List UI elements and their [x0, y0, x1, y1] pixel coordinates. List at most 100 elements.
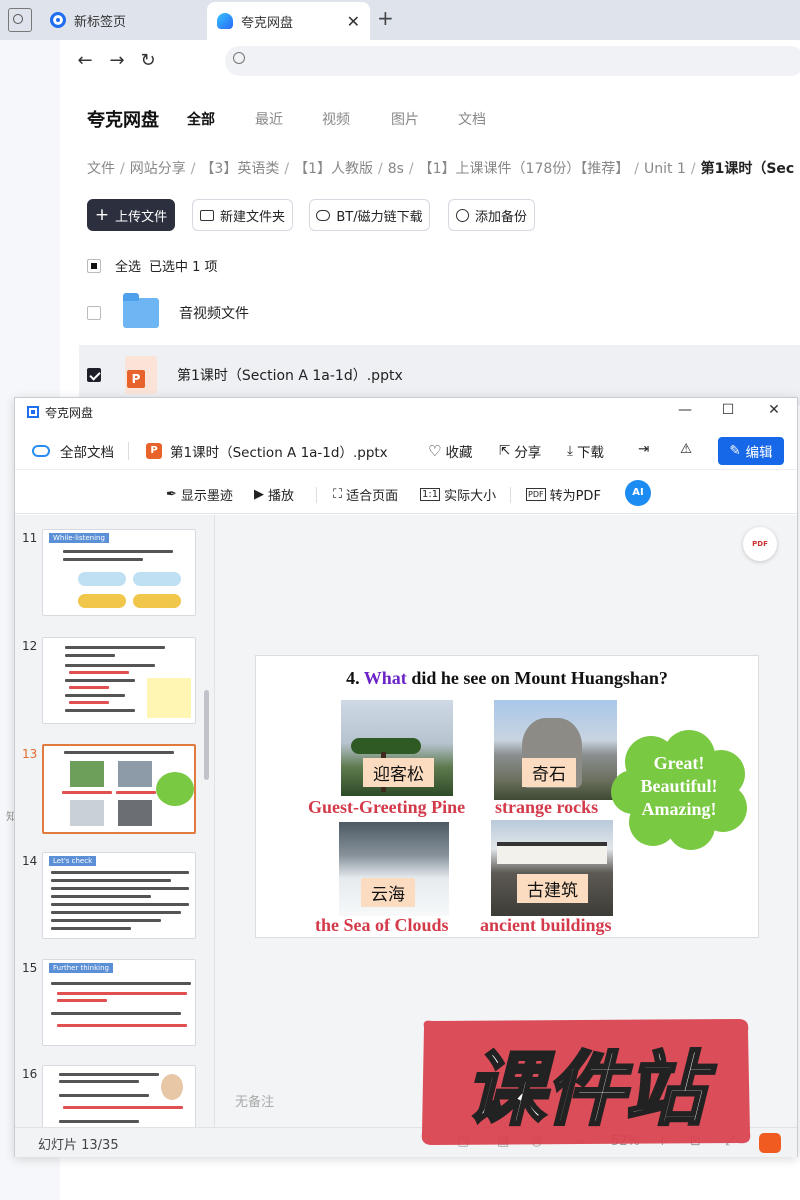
ink-pen-icon: ✒ — [166, 487, 177, 502]
nav-tab-all[interactable]: 全部 — [187, 109, 215, 129]
assistant-icon[interactable] — [759, 1133, 781, 1153]
share-button[interactable]: ⇱ 分享 — [499, 441, 541, 461]
tab-label: 新标签页 — [74, 14, 127, 30]
slide-thumbnail[interactable]: Let's check — [42, 852, 196, 939]
nav-tab-recent[interactable]: 最近 — [255, 109, 283, 129]
back-icon[interactable]: ← — [74, 50, 96, 71]
breadcrumb-current: 第1课时（Sec — [700, 161, 795, 177]
pen-icon: ✎ — [729, 443, 741, 459]
caption-pine: Guest-Greeting Pine — [308, 797, 466, 817]
slide-thumbnail-active[interactable] — [42, 744, 196, 834]
cloud-line: Beautiful! — [640, 776, 718, 796]
speaker-notes[interactable]: 无备注 — [235, 1091, 274, 1110]
file-row[interactable]: 第1课时（Section A 1a-1d）.pptx — [79, 345, 800, 405]
slide-thumbnail[interactable] — [42, 637, 196, 724]
upload-button[interactable]: + 上传文件 — [87, 199, 175, 231]
cloud-line: Amazing! — [641, 799, 717, 819]
caption-buildings: ancient buildings — [480, 915, 612, 935]
select-all-label[interactable]: 全选 — [115, 256, 141, 275]
slide-thumbnail[interactable]: While-listening — [42, 529, 196, 616]
bt-download-button[interactable]: BT/磁力链下载 — [309, 199, 430, 231]
actual-size-button[interactable]: 1:1 实际大小 — [420, 485, 496, 504]
ai-assistant-button[interactable]: AI — [625, 480, 651, 506]
reload-icon[interactable]: ↻ — [137, 50, 159, 71]
slide-thumbnail[interactable] — [42, 1065, 196, 1127]
edit-label: 编辑 — [745, 445, 773, 461]
minimize-icon[interactable]: — — [675, 402, 695, 418]
nav-tab-docs[interactable]: 文档 — [458, 109, 486, 129]
play-icon: ▶ — [254, 487, 264, 502]
actual-size-label: 实际大小 — [444, 489, 497, 504]
download-button[interactable]: ⤓ 下载 — [567, 441, 604, 461]
photo-strange-rocks: 奇石 — [494, 700, 617, 800]
tab-sidebar-icon[interactable] — [8, 8, 32, 32]
new-tab-icon[interactable]: + — [377, 6, 394, 30]
pdf-export-icon[interactable]: PDF — [743, 527, 777, 561]
maximize-icon[interactable]: ☐ — [718, 402, 738, 418]
file-name[interactable]: 音视频文件 — [179, 303, 249, 323]
pptx-badge-icon: P — [146, 443, 162, 459]
slide-question: 4. What did he see on Mount Huangshan? — [256, 668, 758, 689]
photo-ancient-buildings: 古建筑 — [491, 820, 613, 916]
browser-toolbar: ← → ↻ — [60, 40, 800, 82]
convert-pdf-button[interactable]: PDF 转为PDF — [526, 485, 601, 504]
share-icon: ⇱ — [499, 443, 511, 459]
selection-bar: 全选 已选中 1 项 — [87, 256, 218, 275]
thumbnail-scrollbar[interactable] — [204, 690, 209, 780]
row-checkbox[interactable] — [87, 306, 101, 320]
new-folder-button[interactable]: 新建文件夹 — [192, 199, 293, 231]
feedback-icon[interactable]: ⚠ — [680, 441, 692, 457]
browser-logo-icon — [50, 12, 66, 28]
fit-icon: ⛶ — [333, 487, 343, 502]
quark-cloud-icon — [217, 13, 233, 29]
row-checkbox[interactable] — [87, 368, 101, 382]
breadcrumb-item[interactable]: 【3】英语类 — [200, 161, 279, 177]
folder-icon — [123, 293, 159, 328]
fit-page-button[interactable]: ⛶ 适合页面 — [333, 485, 398, 504]
thumb-number: 15 — [22, 961, 38, 975]
file-row[interactable]: 音视频文件 — [79, 283, 800, 343]
favorite-button[interactable]: ♡ 收藏 — [428, 441, 472, 461]
nav-tab-video[interactable]: 视频 — [322, 109, 350, 129]
breadcrumb-item[interactable]: 网站分享 — [130, 161, 186, 177]
forward-icon[interactable]: → — [106, 50, 128, 71]
file-name[interactable]: 第1课时（Section A 1a-1d）.pptx — [177, 365, 403, 385]
upload-label: 上传文件 — [115, 209, 168, 225]
all-docs-link[interactable]: 全部文档 — [32, 441, 114, 461]
breadcrumb-item[interactable]: 文件 — [87, 161, 115, 177]
breadcrumb-item[interactable]: 【1】上课课件（178份）【推荐】 — [419, 161, 630, 177]
export-icon[interactable]: ⇥ — [638, 441, 649, 457]
breadcrumb-item[interactable]: 8s — [388, 161, 404, 177]
breadcrumb: 文件 / 网站分享 / 【3】英语类 / 【1】人教版/8s / 【1】上课课件（178份）【推… — [87, 161, 795, 177]
viewer-titlebar: 夸克网盘 — ☐ ✕ — [15, 398, 797, 426]
download-icon: ⤓ — [567, 443, 573, 459]
play-label: 播放 — [268, 489, 295, 504]
play-button[interactable]: ▶ 播放 — [254, 485, 294, 504]
tab-quark-drive[interactable]: 夸克网盘 ✕ — [207, 2, 370, 40]
add-backup-button[interactable]: 添加备份 — [448, 199, 535, 231]
selected-count: 已选中 1 项 — [149, 260, 218, 275]
show-ink-button[interactable]: ✒ 显示墨迹 — [166, 485, 233, 504]
thumb-heading: While-listening — [49, 533, 109, 543]
breadcrumb-item[interactable]: 【1】人教版 — [294, 161, 373, 177]
slide-thumbnail-panel: 11 While-listening 12 13 14 Let's check … — [15, 515, 215, 1127]
caption-clouds: the Sea of Clouds — [315, 915, 449, 935]
nav-tab-images[interactable]: 图片 — [391, 109, 419, 129]
drive-logo: 夸克网盘 — [87, 110, 159, 131]
show-ink-label: 显示墨迹 — [180, 489, 233, 504]
viewer-top-bar: 全部文档 P 第1课时（Section A 1a-1d）.pptx ♡ 收藏 ⇱… — [15, 432, 797, 470]
thumb-number: 12 — [22, 639, 38, 653]
thumb-number: 13 — [22, 747, 38, 761]
folder-plus-icon — [199, 209, 214, 221]
photo-label: 云海 — [361, 878, 415, 907]
select-all-checkbox[interactable] — [87, 258, 101, 273]
slide-thumbnail[interactable]: Further thinking — [42, 959, 196, 1046]
tab-new-tab[interactable]: 新标签页 — [40, 4, 205, 36]
plus-icon: + — [94, 205, 110, 225]
edit-button[interactable]: ✎ 编辑 — [718, 437, 784, 465]
close-window-icon[interactable]: ✕ — [764, 402, 784, 418]
close-icon[interactable]: ✕ — [347, 12, 360, 31]
photo-guest-greeting-pine: 迎客松 — [341, 700, 453, 796]
breadcrumb-item[interactable]: Unit 1 — [644, 161, 686, 177]
address-bar[interactable] — [225, 46, 800, 76]
